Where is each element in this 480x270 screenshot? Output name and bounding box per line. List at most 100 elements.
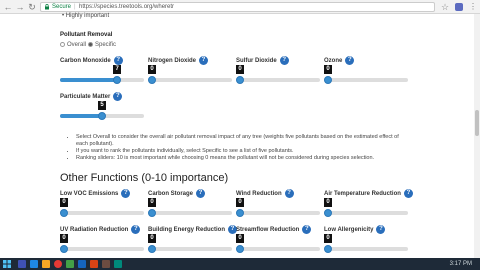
edge-browser-icon[interactable]: [30, 260, 38, 268]
slider-handle[interactable]: [113, 76, 122, 84]
address-bar[interactable]: Secure | https://species.treetools.org/w…: [40, 2, 435, 12]
slider-value-badge: 0: [324, 65, 332, 74]
importance-slider: Low Allergenicity? 0: [324, 225, 408, 257]
instruction-item: Select Overall to consider the overall a…: [76, 134, 400, 148]
slider-handle[interactable]: [148, 76, 156, 84]
instructions-list: Select Overall to consider the overall a…: [70, 134, 400, 162]
importance-slider: Ozone? 0: [324, 56, 408, 88]
slider-label: Low VOC Emissions?: [60, 189, 131, 198]
app-icon[interactable]: [114, 260, 122, 268]
excel-icon[interactable]: [66, 260, 74, 268]
slider-label-text: Streamflow Reduction: [236, 227, 300, 234]
slider-handle[interactable]: [324, 76, 332, 84]
slider-label-text: Sulfur Dioxide: [236, 58, 277, 65]
extension-icon[interactable]: [455, 3, 463, 11]
radio-overall-dot[interactable]: [60, 42, 65, 47]
clock: 3:17 PM: [449, 261, 472, 267]
word-icon[interactable]: [78, 260, 86, 268]
help-icon[interactable]: ?: [284, 189, 294, 198]
help-icon[interactable]: ?: [113, 92, 123, 101]
pollutant-removal-heading: Pollutant Removal: [60, 32, 113, 38]
slider-value-badge: 0: [60, 234, 68, 243]
reload-icon[interactable]: ↻: [27, 2, 37, 12]
slider-track[interactable]: [60, 247, 144, 251]
slider-label-text: Low Allergenicity: [324, 227, 374, 234]
slider-label-text: Carbon Monoxide: [60, 58, 111, 65]
slider-track[interactable]: [148, 247, 232, 251]
slider-handle[interactable]: [60, 245, 68, 253]
slider-handle[interactable]: [148, 209, 156, 217]
forward-arrow-icon[interactable]: →: [15, 2, 25, 12]
radio-overall-label: Overall: [67, 42, 87, 49]
windows-start-icon[interactable]: [3, 260, 11, 268]
importance-slider: UV Radiation Reduction? 0: [60, 225, 144, 257]
slider-label: Ozone?: [324, 56, 355, 65]
radio-specific-dot[interactable]: [88, 42, 93, 47]
slider-handle[interactable]: [324, 245, 332, 253]
slider-label: UV Radiation Reduction?: [60, 225, 141, 234]
slider-label: Building Energy Reduction?: [148, 225, 238, 234]
slider-track[interactable]: [324, 247, 408, 251]
importance-slider: Wind Reduction? 0: [236, 189, 320, 221]
slider-handle[interactable]: [236, 245, 244, 253]
help-icon[interactable]: ?: [199, 56, 209, 65]
slider-track[interactable]: [148, 211, 232, 215]
help-icon[interactable]: ?: [403, 189, 413, 198]
help-icon[interactable]: ?: [121, 189, 131, 198]
slider-track[interactable]: [60, 211, 144, 215]
bookmark-star-icon[interactable]: ☆: [441, 2, 449, 12]
importance-slider: Streamflow Reduction? 0: [236, 225, 320, 257]
slider-value-badge: 0: [236, 234, 244, 243]
slider-handle[interactable]: [236, 209, 244, 217]
slider-track[interactable]: [324, 78, 408, 82]
help-icon[interactable]: ?: [376, 225, 386, 234]
slider-label-text: Building Energy Reduction: [148, 227, 226, 234]
cutoff-text-label: Highly important: [65, 13, 110, 19]
os-taskbar: 3:17 PM: [0, 258, 480, 270]
slider-handle[interactable]: [98, 112, 106, 120]
scrollbar-thumb[interactable]: [475, 110, 479, 136]
slider-track[interactable]: [236, 78, 320, 82]
secure-label: Secure: [52, 4, 72, 10]
importance-slider: Building Energy Reduction? 0: [148, 225, 238, 257]
help-icon[interactable]: ?: [131, 225, 141, 234]
menu-kebab-icon[interactable]: ⋮: [469, 2, 477, 12]
back-arrow-icon[interactable]: ←: [3, 2, 13, 12]
help-icon[interactable]: ?: [196, 189, 206, 198]
slider-value-badge: 0: [236, 65, 244, 74]
app-icon[interactable]: [102, 260, 110, 268]
slider-value-badge: 0: [324, 234, 332, 243]
slider-label-text: Low VOC Emissions: [60, 191, 119, 198]
radio-overall[interactable]: Overall: [60, 42, 86, 48]
slider-track[interactable]: [236, 247, 320, 251]
url-text[interactable]: https://species.treetools.org/wheretr: [79, 3, 174, 11]
slider-handle[interactable]: [60, 209, 68, 217]
slider-handle[interactable]: [148, 245, 156, 253]
slider-handle[interactable]: [236, 76, 244, 84]
slider-fill: [60, 114, 102, 118]
lock-icon: [45, 4, 49, 10]
slider-fill: [60, 78, 119, 82]
slider-value-badge: 0: [148, 234, 156, 243]
slider-value-badge: 0: [148, 65, 156, 74]
help-icon[interactable]: ?: [279, 56, 289, 65]
chrome-icon[interactable]: [54, 260, 62, 268]
help-icon[interactable]: ?: [302, 225, 312, 234]
radio-specific[interactable]: Specific: [88, 42, 116, 48]
slider-track[interactable]: [324, 211, 408, 215]
slider-label: Sulfur Dioxide?: [236, 56, 289, 65]
slider-value-badge: 0: [60, 198, 68, 207]
slider-track[interactable]: [148, 78, 232, 82]
slider-label: Carbon Monoxide?: [60, 56, 123, 65]
slider-handle[interactable]: [324, 209, 332, 217]
slider-track[interactable]: [236, 211, 320, 215]
slider-label-text: Wind Reduction: [236, 191, 282, 198]
help-icon[interactable]: ?: [345, 56, 355, 65]
file-explorer-icon[interactable]: [42, 260, 50, 268]
slider-track[interactable]: [60, 78, 144, 82]
powerpoint-icon[interactable]: [90, 260, 98, 268]
task-view-icon[interactable]: [18, 260, 26, 268]
instruction-item: If you want to rank the pollutants indiv…: [76, 148, 400, 155]
help-icon[interactable]: ?: [113, 56, 123, 65]
page-scrollbar[interactable]: [474, 14, 480, 258]
